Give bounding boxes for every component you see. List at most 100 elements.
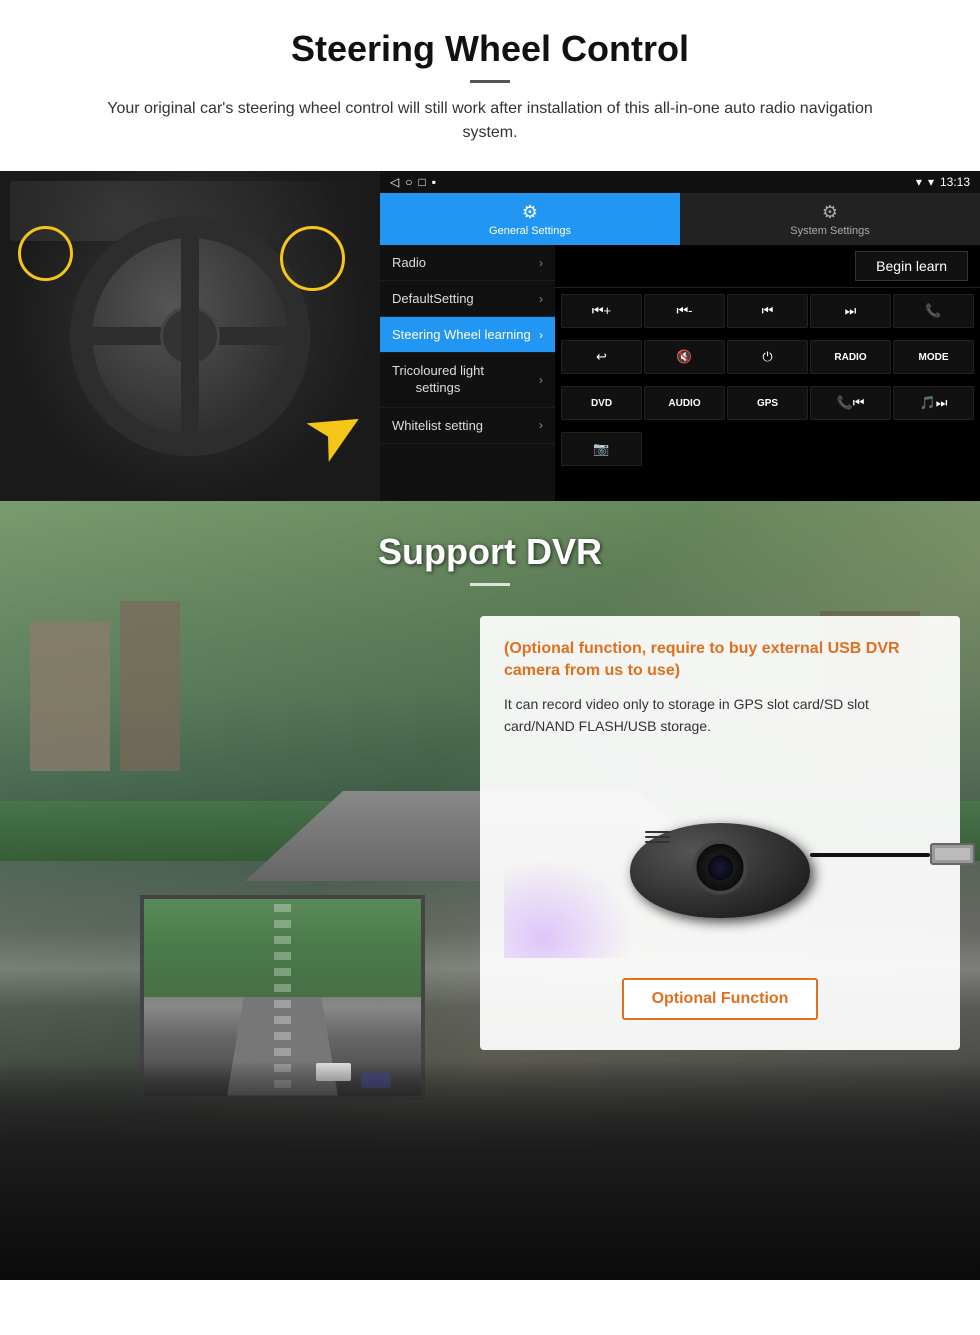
menu-item-defaultsetting[interactable]: DefaultSetting › — [380, 281, 555, 317]
btn-next[interactable]: ⏭ — [810, 294, 891, 328]
steering-wheel-bg: ➤ — [0, 171, 380, 501]
dvr-camera-illustration — [504, 758, 936, 958]
mute-icon: 🔇 — [676, 349, 692, 365]
mode-label: MODE — [919, 352, 949, 363]
prev-icon: ⏮ — [762, 303, 774, 319]
system-icon: ⚙ — [822, 202, 838, 223]
title-divider — [470, 80, 510, 83]
hu-content: Radio › DefaultSetting › Steering Wheel … — [380, 245, 980, 501]
btn-phone-prev[interactable]: 📞⏮ — [810, 386, 891, 420]
btn-audio[interactable]: AUDIO — [644, 386, 725, 420]
chevron-right-icon3: › — [539, 328, 543, 342]
tab-general-settings[interactable]: ⚙ General Settings — [380, 193, 680, 245]
button-highlight-left — [18, 226, 73, 281]
usb-plug — [930, 843, 975, 865]
menu-whitelist-label: Whitelist setting — [392, 418, 483, 433]
btn-mode[interactable]: MODE — [893, 340, 974, 374]
btn-dvd[interactable]: DVD — [561, 386, 642, 420]
btn-prev[interactable]: ⏮ — [727, 294, 808, 328]
chevron-right-icon5: › — [539, 418, 543, 432]
tab-general-label: General Settings — [489, 225, 571, 237]
btn-camera[interactable]: 📷 — [561, 432, 642, 466]
section1-title: Steering Wheel Control — [60, 28, 920, 70]
optional-function-area: Optional Function — [504, 958, 936, 1020]
hu-buttons-row2: ↩ 🔇 ⏻ RADIO MODE — [555, 334, 980, 380]
hu-buttons-row3: DVD AUDIO GPS 📞⏮ 🎵⏭ — [555, 380, 980, 426]
menu-item-tricoloured[interactable]: Tricoloured lightsettings › — [380, 353, 555, 408]
btn-vol-up[interactable]: ⏮+ — [561, 294, 642, 328]
menu-default-label: DefaultSetting — [392, 291, 474, 306]
begin-learn-button[interactable]: Begin learn — [855, 251, 968, 281]
next-icon: ⏭ — [845, 303, 857, 319]
btn-back[interactable]: ↩ — [561, 340, 642, 374]
optional-function-button[interactable]: Optional Function — [622, 978, 819, 1020]
dvr-divider — [470, 583, 510, 586]
phone-prev-icon: 📞⏮ — [837, 395, 865, 411]
dvr-info-box: (Optional function, require to buy exter… — [480, 616, 960, 1050]
dvr-info-title: (Optional function, require to buy exter… — [504, 638, 936, 683]
section1-steering: Steering Wheel Control Your original car… — [0, 0, 980, 501]
btn-radio[interactable]: RADIO — [810, 340, 891, 374]
camera-body — [630, 823, 810, 918]
vol-up-icon: ⏮+ — [592, 303, 611, 319]
hu-buttons-row1: ⏮+ ⏮- ⏮ ⏭ 📞 — [555, 288, 980, 334]
audio-label: AUDIO — [668, 398, 700, 409]
back-icon: ↩ — [596, 349, 607, 365]
chevron-right-icon: › — [539, 256, 543, 270]
chevron-right-icon4: › — [539, 373, 543, 387]
section1-subtitle: Your original car's steering wheel contr… — [80, 97, 900, 145]
btn-mute[interactable]: 🔇 — [644, 340, 725, 374]
btn-phone[interactable]: 📞 — [893, 294, 974, 328]
btn-gps[interactable]: GPS — [727, 386, 808, 420]
statusbar: ◁ ○ □ ▪ ▾ ▾ 13:13 — [380, 171, 980, 193]
hu-panel-top: Begin learn — [555, 245, 980, 288]
gps-label: GPS — [757, 398, 778, 409]
dvr-header: Support DVR — [0, 501, 980, 596]
chevron-right-icon2: › — [539, 292, 543, 306]
dvd-label: DVD — [591, 398, 612, 409]
wheel-circle — [70, 216, 310, 456]
camera-cable — [810, 853, 930, 857]
section2-dvr: Support DVR (Optional function, require … — [0, 501, 980, 1280]
gear-icon: ⚙ — [522, 202, 538, 223]
head-unit: ◁ ○ □ ▪ ▾ ▾ 13:13 ⚙ General Settings ⚙ S… — [380, 171, 980, 501]
section1-header: Steering Wheel Control Your original car… — [0, 0, 980, 153]
tab-system-settings[interactable]: ⚙ System Settings — [680, 193, 980, 245]
tab-system-label: System Settings — [790, 225, 869, 237]
nav-square-icon: □ — [418, 175, 425, 189]
btn-music-next[interactable]: 🎵⏭ — [893, 386, 974, 420]
nav-back-icon: ◁ — [390, 175, 399, 189]
dvr-info-text: It can record video only to storage in G… — [504, 693, 936, 738]
steering-demo: ➤ ◁ ○ □ ▪ ▾ ▾ 13:13 ⚙ General Settings — [0, 171, 980, 501]
dvr-title: Support DVR — [0, 531, 980, 573]
menu-item-whitelist[interactable]: Whitelist setting › — [380, 408, 555, 444]
menu-steering-label: Steering Wheel learning — [392, 327, 531, 342]
dvr-info-area: (Optional function, require to buy exter… — [340, 616, 980, 1050]
btn-vol-down[interactable]: ⏮- — [644, 294, 725, 328]
button-highlight-right — [280, 226, 345, 291]
menu-item-radio[interactable]: Radio › — [380, 245, 555, 281]
menu-radio-label: Radio — [392, 255, 426, 270]
signal-icon: ▾ — [916, 175, 922, 189]
music-next-icon: 🎵⏭ — [920, 395, 948, 411]
menu-tricoloured-label: Tricoloured lightsettings — [392, 363, 484, 397]
steering-wheel-image: ➤ — [0, 171, 380, 501]
phone-icon: 📞 — [925, 303, 941, 319]
nav-home-icon: ○ — [405, 175, 412, 189]
statusbar-time: 13:13 — [940, 175, 970, 189]
camera-icon: 📷 — [593, 441, 609, 457]
hu-panel: Begin learn ⏮+ ⏮- ⏮ ⏭ 📞 ↩ 🔇 ⏻ — [555, 245, 980, 501]
hu-tabs: ⚙ General Settings ⚙ System Settings — [380, 193, 980, 245]
nav-menu-icon: ▪ — [432, 175, 436, 189]
power-icon: ⏻ — [762, 349, 772, 365]
btn-power[interactable]: ⏻ — [727, 340, 808, 374]
dvr-bottom-dashboard — [0, 1060, 980, 1280]
arrow-icon: ➤ — [290, 380, 380, 480]
camera-lens — [693, 840, 748, 895]
vol-down-icon: ⏮- — [676, 303, 692, 319]
hu-buttons-row4: 📷 — [555, 426, 980, 472]
radio-label: RADIO — [834, 352, 866, 363]
menu-item-steering-wheel[interactable]: Steering Wheel learning › — [380, 317, 555, 353]
wifi-icon: ▾ — [928, 175, 934, 189]
hu-menu: Radio › DefaultSetting › Steering Wheel … — [380, 245, 555, 501]
